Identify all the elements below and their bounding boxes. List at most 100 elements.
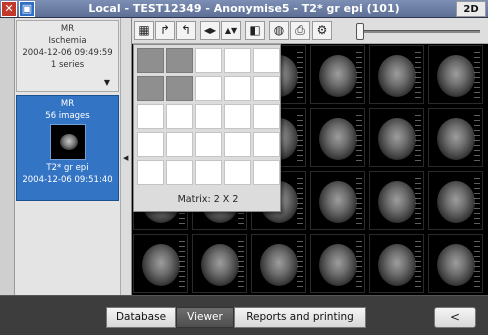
invert-icon[interactable]: ◧ <box>245 21 265 40</box>
window-icon[interactable]: ▣ <box>19 1 35 17</box>
matrix-cell[interactable] <box>195 160 222 185</box>
rotate-left-icon[interactable]: ↰ <box>176 21 196 40</box>
image-cell[interactable] <box>369 45 424 104</box>
image-overlay-text <box>415 115 421 161</box>
matrix-cell[interactable] <box>166 48 193 73</box>
matrix-cell[interactable] <box>137 76 164 101</box>
mri-slice-image <box>437 118 475 160</box>
chevron-down-icon[interactable]: ▼ <box>104 77 110 89</box>
image-cell[interactable] <box>251 234 306 293</box>
image-overlay-text <box>474 241 480 287</box>
matrix-cell[interactable] <box>253 48 280 73</box>
image-cell[interactable] <box>428 108 483 167</box>
slice-slider-track[interactable] <box>360 30 480 33</box>
series-modality: MR <box>60 99 75 109</box>
matrix-cell[interactable] <box>224 48 251 73</box>
image-overlay-text <box>415 241 421 287</box>
matrix-cell[interactable] <box>224 132 251 157</box>
image-overlay-text <box>356 178 362 224</box>
mri-slice-image <box>378 55 416 97</box>
matrix-label: Matrix: 2 X 2 <box>177 194 239 205</box>
image-cell[interactable] <box>428 45 483 104</box>
image-overlay-text <box>356 52 362 98</box>
series-card-ischemia[interactable]: MR Ischemia 2004-12-06 09:49:59 1 series… <box>16 20 119 92</box>
matrix-cell[interactable] <box>137 48 164 73</box>
image-cell[interactable] <box>133 234 188 293</box>
matrix-cell[interactable] <box>253 160 280 185</box>
matrix-cell[interactable] <box>137 104 164 129</box>
matrix-cell[interactable] <box>253 132 280 157</box>
mri-slice-image <box>260 244 298 286</box>
image-overlay-text <box>297 52 303 98</box>
flip-horizontal-icon[interactable]: ◀▶ <box>200 21 220 40</box>
print-icon[interactable]: ⎙ <box>290 21 310 40</box>
mri-slice-image <box>319 55 357 97</box>
matrix-cell[interactable] <box>253 104 280 129</box>
matrix-cell[interactable] <box>195 48 222 73</box>
image-overlay-text <box>415 178 421 224</box>
series-datetime: 2004-12-06 09:51:40 <box>22 175 113 185</box>
mri-slice-image <box>319 181 357 223</box>
tab-database[interactable]: Database <box>106 307 176 328</box>
tab-viewer[interactable]: Viewer <box>176 307 234 328</box>
matrix-cell[interactable] <box>224 160 251 185</box>
matrix-cell[interactable] <box>166 76 193 101</box>
mri-slice-image <box>437 244 475 286</box>
mri-slice-image <box>378 244 416 286</box>
image-overlay-text <box>179 241 185 287</box>
chevron-left-icon[interactable]: ◀ <box>123 154 128 162</box>
matrix-cell[interactable] <box>166 160 193 185</box>
mri-slice-image <box>378 181 416 223</box>
series-description: Ischemia <box>48 36 87 46</box>
image-cell[interactable] <box>310 45 365 104</box>
mri-slice-image <box>319 118 357 160</box>
image-overlay-text <box>297 178 303 224</box>
matrix-cell[interactable] <box>195 76 222 101</box>
image-cell[interactable] <box>310 234 365 293</box>
image-cell[interactable] <box>192 234 247 293</box>
layout-grid-icon[interactable]: ▦ <box>134 21 154 40</box>
matrix-layout-popup[interactable]: Matrix: 2 X 2 <box>133 44 281 212</box>
sidebar-strip <box>0 18 15 295</box>
sidebar-collapse-handle[interactable]: ◀ <box>120 18 132 295</box>
rotate-right-icon[interactable]: ↱ <box>155 21 175 40</box>
title-bar: ✕ ▣ Local - TEST12349 - Anonymise5 - T2*… <box>0 0 488 18</box>
image-cell[interactable] <box>428 171 483 230</box>
matrix-cell[interactable] <box>195 132 222 157</box>
image-cell[interactable] <box>428 234 483 293</box>
cine-icon[interactable]: ◍ <box>269 21 289 40</box>
viewer-toolbar: ▦ ↱ ↰ ◀▶ ▲▼ ◧ ◍ ⎙ ⚙ <box>132 18 488 44</box>
matrix-cell[interactable] <box>166 104 193 129</box>
mri-slice-image <box>437 55 475 97</box>
image-cell[interactable] <box>369 234 424 293</box>
settings-icon[interactable]: ⚙ <box>312 21 332 40</box>
image-overlay-text <box>297 115 303 161</box>
slice-slider-thumb[interactable] <box>356 23 364 40</box>
flip-vertical-icon[interactable]: ▲▼ <box>221 21 241 40</box>
matrix-cell[interactable] <box>253 76 280 101</box>
matrix-cell[interactable] <box>195 104 222 129</box>
image-cell[interactable] <box>369 108 424 167</box>
matrix-cell[interactable] <box>166 132 193 157</box>
mode-2d-button[interactable]: 2D <box>456 1 486 17</box>
image-cell[interactable] <box>310 171 365 230</box>
mri-slice-image <box>201 244 239 286</box>
bottom-bar: Database Viewer Reports and printing < <box>0 295 488 335</box>
image-cell[interactable] <box>310 108 365 167</box>
series-thumbnail <box>49 124 86 160</box>
image-cell[interactable] <box>369 171 424 230</box>
close-icon[interactable]: ✕ <box>1 1 17 17</box>
image-overlay-text <box>356 241 362 287</box>
mri-slice-image <box>437 181 475 223</box>
series-count: 56 images <box>45 111 90 121</box>
matrix-cell[interactable] <box>224 104 251 129</box>
series-datetime: 2004-12-06 09:49:59 <box>22 48 113 58</box>
series-description: T2* gr epi <box>46 163 89 173</box>
matrix-cell[interactable] <box>137 160 164 185</box>
matrix-cell[interactable] <box>137 132 164 157</box>
matrix-cell[interactable] <box>224 76 251 101</box>
tab-reports-and-printing[interactable]: Reports and printing <box>234 307 366 328</box>
image-overlay-text <box>356 115 362 161</box>
back-button[interactable]: < <box>434 307 476 328</box>
series-card-t2-gr-epi[interactable]: MR 56 images T2* gr epi 2004-12-06 09:51… <box>16 95 119 201</box>
